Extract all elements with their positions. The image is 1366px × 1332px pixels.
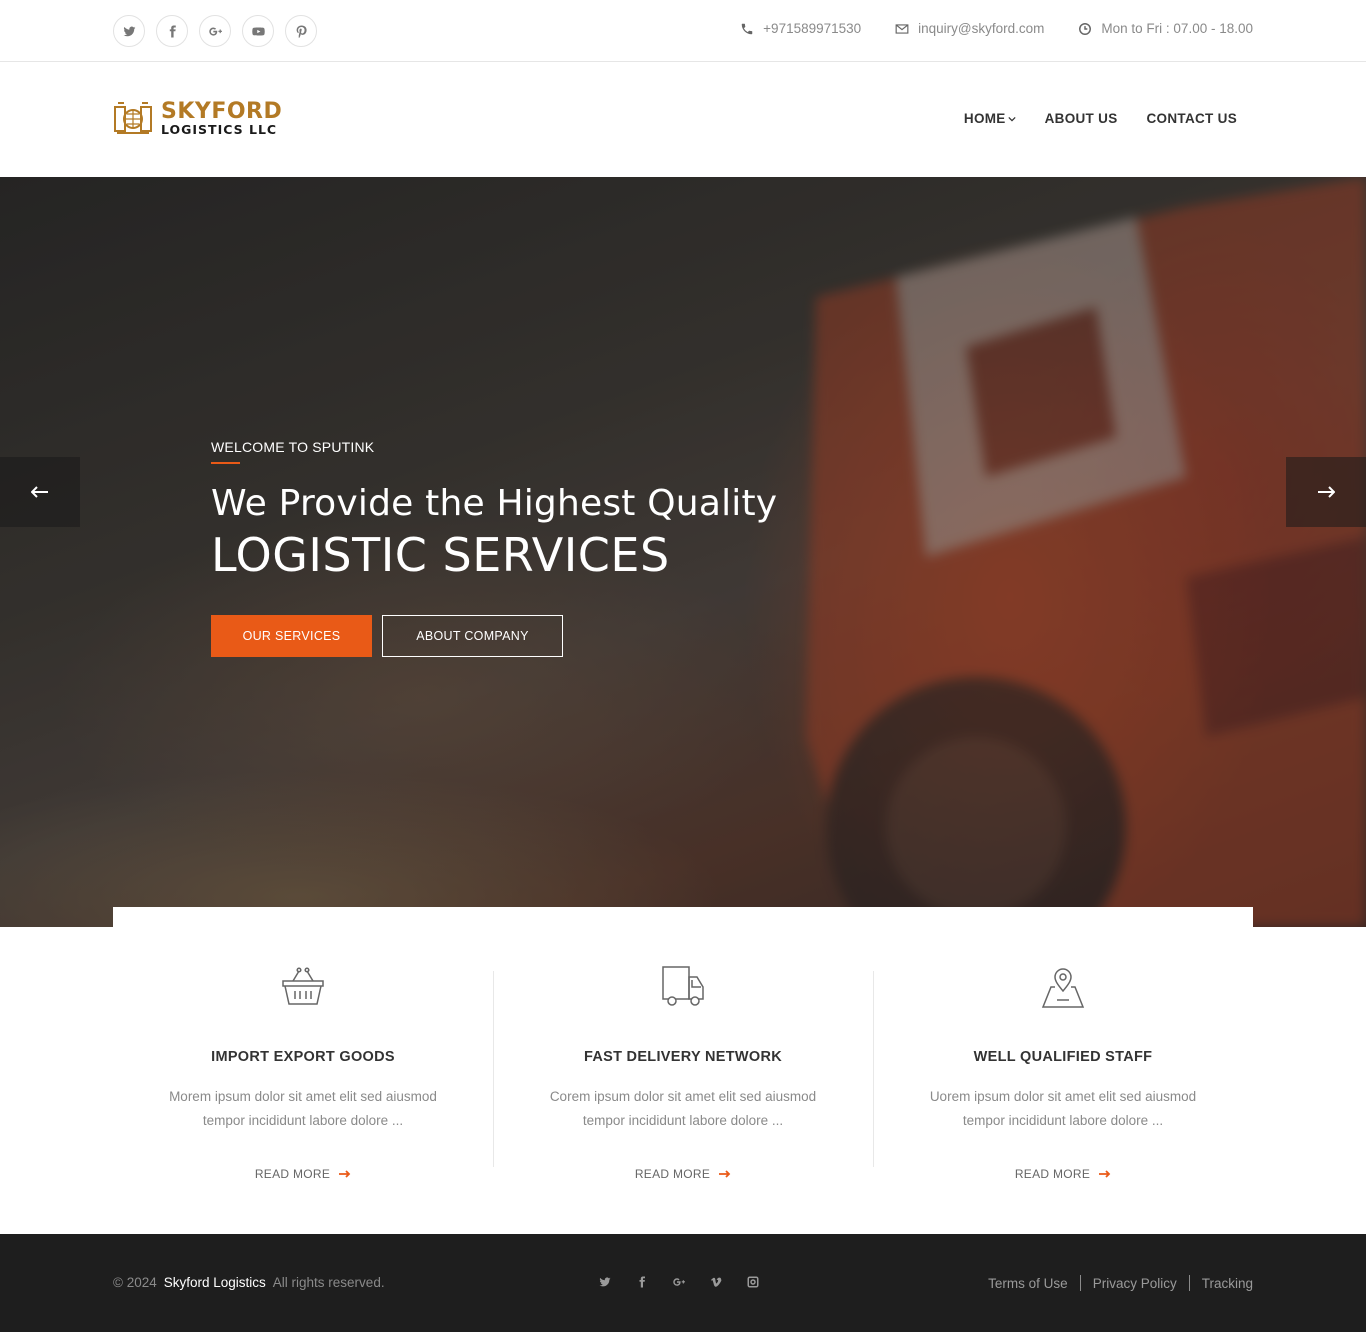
hero-title-line1: We Provide the Highest Quality (211, 483, 778, 524)
arrow-right-icon (1099, 1170, 1111, 1178)
youtube-icon (251, 26, 265, 36)
top-contact-info: +971589971530 inquiry@skyford.com Mon to… (740, 21, 1253, 36)
footer-twitter-link[interactable] (599, 1276, 611, 1288)
rights-text: All rights reserved. (272, 1275, 385, 1290)
email-address: inquiry@skyford.com (918, 21, 1045, 36)
phone-icon (741, 23, 753, 34)
copyright-year: © 2024 (113, 1275, 157, 1290)
clock-icon (1079, 22, 1092, 35)
arrow-right-icon (719, 1170, 731, 1178)
pinterest-icon (296, 25, 307, 38)
site-logo[interactable]: SKYFORD LOGISTICS LLC (113, 99, 282, 139)
instagram-icon (747, 1276, 759, 1288)
feature-title: FAST DELIVERY NETWORK (583, 1049, 783, 1065)
link-divider (1079, 1275, 1081, 1291)
google-plus-icon (673, 1278, 685, 1286)
footer-google-plus-link[interactable] (673, 1276, 685, 1288)
logo-subtitle: LOGISTICS LLC (161, 122, 278, 138)
terms-link[interactable]: Terms of Use (988, 1276, 1068, 1291)
hero-slider: WELCOME TO SPUTINK We Provide the Highes… (0, 177, 1366, 927)
facebook-icon (169, 25, 176, 37)
slider-next-button[interactable] (1286, 457, 1366, 527)
facebook-link[interactable] (156, 15, 188, 47)
privacy-link[interactable]: Privacy Policy (1093, 1276, 1177, 1291)
nav-about-label: ABOUT US (1044, 111, 1118, 126)
arrow-left-icon (31, 486, 48, 498)
read-more-label: READ MORE (1014, 1167, 1091, 1181)
feature-description: Uorem ipsum dolor sit amet elit sed aius… (929, 1089, 1197, 1128)
our-services-button[interactable]: OUR SERVICES (211, 615, 372, 657)
hero-kicker-underline (211, 462, 240, 464)
slider-prev-button[interactable] (0, 457, 80, 527)
link-divider (1188, 1275, 1190, 1291)
footer-social-links (599, 1276, 759, 1288)
arrow-right-icon (339, 1170, 351, 1178)
basket-icon (282, 967, 324, 1005)
features-section: IMPORT EXPORT GOODS Morem ipsum dolor si… (113, 907, 1253, 1234)
email-info[interactable]: inquiry@skyford.com (895, 21, 1044, 36)
top-bar: +971589971530 inquiry@skyford.com Mon to… (0, 0, 1366, 62)
nav-item-about[interactable]: ABOUT US (1045, 111, 1118, 126)
twitter-link[interactable] (113, 15, 145, 47)
logo-text: SKYFORD LOGISTICS LLC (161, 101, 282, 137)
map-pin-icon (1041, 968, 1085, 1008)
envelope-icon (895, 23, 909, 34)
about-company-button[interactable]: ABOUT COMPANY (382, 615, 563, 657)
feature-card: IMPORT EXPORT GOODS Morem ipsum dolor si… (113, 907, 493, 1234)
feature-card: FAST DELIVERY NETWORK Corem ipsum dolor … (493, 907, 873, 1234)
opening-hours: Mon to Fri : 07.00 - 18.00 (1101, 21, 1253, 36)
read-more-link[interactable]: READ MORE (255, 1167, 351, 1181)
youtube-link[interactable] (242, 15, 274, 47)
facebook-icon (639, 1276, 645, 1288)
read-more-link[interactable]: READ MORE (1015, 1167, 1111, 1181)
site-footer: © 2024 Skyford Logistics All rights rese… (0, 1234, 1366, 1332)
nav-contact-label: CONTACT US (1146, 111, 1237, 126)
feature-title: IMPORT EXPORT GOODS (211, 1049, 395, 1065)
google-plus-link[interactable] (199, 15, 231, 47)
phone-info[interactable]: +971589971530 (740, 21, 861, 36)
footer-links: Terms of Use Privacy Policy Tracking (988, 1275, 1253, 1291)
read-more-label: READ MORE (634, 1167, 711, 1181)
nav-home-label: HOME (963, 111, 1006, 126)
top-social-links (113, 15, 317, 47)
chevron-down-icon (1007, 116, 1016, 121)
copyright: © 2024 Skyford Logistics All rights rese… (113, 1275, 385, 1290)
read-more-label: READ MORE (254, 1167, 331, 1181)
logo-name: SKYFORD (161, 99, 283, 125)
footer-vimeo-link[interactable] (710, 1276, 722, 1288)
twitter-icon (599, 1277, 611, 1287)
hero-title-line2: LOGISTIC SERVICES (211, 528, 670, 582)
feature-description: Morem ipsum dolor sit amet elit sed aius… (169, 1089, 437, 1128)
hero-content: WELCOME TO SPUTINK We Provide the Highes… (211, 439, 777, 657)
feature-description: Corem ipsum dolor sit amet elit sed aius… (549, 1089, 817, 1128)
hero-kicker: WELCOME TO SPUTINK (211, 439, 375, 455)
footer-instagram-link[interactable] (747, 1276, 759, 1288)
vimeo-icon (710, 1277, 722, 1287)
truck-icon (662, 966, 704, 1006)
footer-brand-link[interactable]: Skyford Logistics (164, 1275, 266, 1290)
hours-info: Mon to Fri : 07.00 - 18.00 (1078, 21, 1253, 36)
logo-emblem-icon (114, 102, 152, 134)
main-header: SKYFORD LOGISTICS LLC HOME ABOUT US CONT… (0, 63, 1366, 177)
pinterest-link[interactable] (285, 15, 317, 47)
footer-facebook-link[interactable] (636, 1276, 648, 1288)
phone-number: +971589971530 (763, 21, 862, 36)
arrow-right-icon (1318, 486, 1335, 498)
read-more-link[interactable]: READ MORE (635, 1167, 731, 1181)
main-nav: HOME ABOUT US CONTACT US (964, 111, 1237, 126)
hero-buttons: OUR SERVICES ABOUT COMPANY (211, 615, 777, 657)
nav-item-contact[interactable]: CONTACT US (1147, 111, 1238, 126)
feature-card: WELL QUALIFIED STAFF Uorem ipsum dolor s… (873, 907, 1253, 1234)
twitter-icon (123, 26, 135, 36)
tracking-link[interactable]: Tracking (1202, 1276, 1253, 1291)
nav-item-home[interactable]: HOME (964, 111, 1016, 126)
google-plus-icon (208, 26, 222, 36)
feature-title: WELL QUALIFIED STAFF (973, 1049, 1153, 1065)
